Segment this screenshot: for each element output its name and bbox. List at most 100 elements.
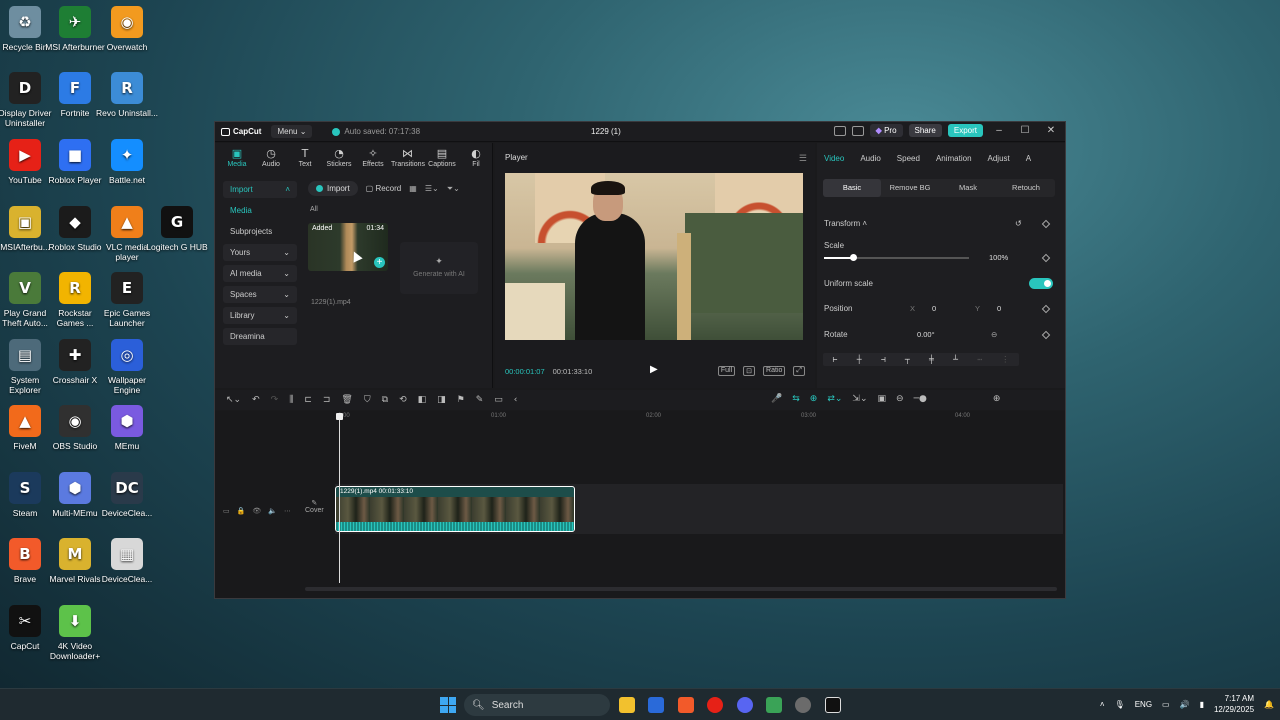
- desktop-icon[interactable]: ⬇ 4K Video Downloader+: [44, 605, 106, 661]
- marker-icon[interactable]: ⛉: [364, 395, 371, 405]
- distribute-h-icon[interactable]: ⋯: [977, 355, 982, 364]
- desktop-icon[interactable]: G Logitech G HUB: [146, 206, 208, 252]
- rotate-keyframe-icon[interactable]: [1041, 330, 1051, 340]
- sidebar-item-yours[interactable]: Yours ⌄: [223, 244, 297, 261]
- magnet-icon[interactable]: ⊕: [810, 394, 818, 404]
- video-preview[interactable]: [505, 173, 803, 340]
- maximize-icon[interactable]: ☐: [1015, 125, 1035, 136]
- sidebar-item-spaces[interactable]: Spaces ⌄: [223, 286, 297, 303]
- sort-icon[interactable]: ☰⌄: [425, 184, 439, 193]
- sidebar-item-ai-media[interactable]: AI media ⌄: [223, 265, 297, 282]
- start-icon[interactable]: [440, 697, 456, 713]
- tab-transitions[interactable]: ⋈ Transitions: [391, 148, 425, 169]
- scale-keyframe-icon[interactable]: [1041, 253, 1051, 263]
- tab-media[interactable]: ▣ Media: [221, 148, 253, 169]
- play-icon[interactable]: ▶: [650, 364, 658, 375]
- discord-icon[interactable]: [737, 697, 753, 713]
- sidebar-item-media[interactable]: Media: [223, 202, 297, 219]
- reset-icon[interactable]: ↺: [1015, 219, 1022, 228]
- speed-icon[interactable]: ⟲: [399, 395, 407, 405]
- generate-ai-card[interactable]: ✦ Generate with AI: [400, 242, 478, 294]
- zoom-in-icon[interactable]: ⊕: [993, 394, 1001, 404]
- y-value[interactable]: 0: [997, 304, 1001, 313]
- sidebar-item-dreamina[interactable]: Dreamina: [223, 328, 297, 345]
- nvidia-icon[interactable]: [766, 697, 782, 713]
- x-value[interactable]: 0: [932, 304, 936, 313]
- scale-slider-knob[interactable]: [850, 254, 857, 261]
- minimize-icon[interactable]: –: [989, 125, 1009, 136]
- file-explorer-icon[interactable]: [619, 697, 635, 713]
- scale-value[interactable]: 100%: [989, 253, 1008, 262]
- add-to-timeline-icon[interactable]: +: [374, 257, 385, 268]
- zoom-slider-icon[interactable]: ─●: [914, 394, 927, 404]
- lock-icon[interactable]: 🔒: [237, 507, 246, 515]
- battery-icon[interactable]: ▮: [1200, 700, 1204, 709]
- mirror-icon[interactable]: ◨: [437, 395, 446, 405]
- linkage-icon[interactable]: ⇄⌄: [827, 394, 842, 404]
- video-clip[interactable]: 1229(1).mp4 00:01:33:10: [335, 486, 575, 532]
- select-tool-icon[interactable]: ↖⌄: [226, 395, 241, 405]
- align-top-icon[interactable]: ┬: [905, 355, 910, 364]
- preview-axis-icon[interactable]: ⇲⌄: [852, 394, 867, 404]
- transform-heading[interactable]: Transform ˄: [824, 219, 867, 228]
- split-left-icon[interactable]: ⊏: [304, 395, 312, 405]
- time-ruler[interactable]: 0:00 01:00 02:00 03:00 04:00: [335, 413, 1065, 423]
- sidebar-item-library[interactable]: Library ⌄: [223, 307, 297, 324]
- prop-tab-adjust[interactable]: Adjust: [988, 154, 1010, 163]
- pro-button[interactable]: ◆ Pro: [869, 124, 903, 137]
- tab-fil[interactable]: ◐ Fil: [460, 148, 492, 169]
- align-right-icon[interactable]: ⊣: [881, 355, 886, 364]
- notification-icon[interactable]: 🔔: [1264, 700, 1274, 709]
- desktop-icon[interactable]: E Epic Games Launcher: [96, 272, 158, 328]
- shortcut-icon[interactable]: [851, 125, 864, 136]
- desktop-icon[interactable]: DC DeviceClea...: [96, 472, 158, 518]
- tab-effects[interactable]: ✧ Effects: [357, 148, 389, 169]
- crop-tool-icon[interactable]: ⧉: [382, 395, 388, 405]
- sidebar-item-subprojects[interactable]: Subprojects: [223, 223, 297, 240]
- clock[interactable]: 7:17 AM 12/29/2025: [1214, 693, 1254, 715]
- split-right-icon[interactable]: ⊐: [323, 395, 331, 405]
- full-button[interactable]: Full: [717, 366, 736, 376]
- zoom-fit-icon[interactable]: ▣: [878, 394, 887, 404]
- lang-indicator[interactable]: ENG: [1135, 700, 1152, 709]
- subtab-basic[interactable]: Basic: [823, 179, 881, 197]
- align-left-icon[interactable]: ⊢: [833, 355, 838, 364]
- tab-captions[interactable]: ▤ Captions: [426, 148, 458, 169]
- share-button[interactable]: Share: [908, 124, 942, 137]
- tab-text[interactable]: T Text: [289, 148, 321, 169]
- tab-audio[interactable]: ◷ Audio: [255, 148, 287, 169]
- prop-tab-audio[interactable]: Audio: [860, 154, 880, 163]
- position-keyframe-icon[interactable]: [1041, 304, 1051, 314]
- mask-icon[interactable]: ◧: [418, 395, 427, 405]
- prop-tab-speed[interactable]: Speed: [897, 154, 920, 163]
- playhead[interactable]: [336, 413, 343, 583]
- volume-icon[interactable]: 🔊: [1180, 700, 1190, 709]
- undo-icon[interactable]: ↶: [252, 395, 260, 405]
- magic-icon[interactable]: ✎: [476, 395, 484, 405]
- crop-icon[interactable]: ⊡: [743, 366, 756, 376]
- steam-taskbar-icon[interactable]: [795, 697, 811, 713]
- distribute-v-icon[interactable]: ⋮: [1001, 355, 1009, 364]
- filter-icon[interactable]: ⏷⌄: [447, 184, 460, 194]
- menu-button[interactable]: Menu ⌄: [271, 125, 313, 138]
- collapse-icon[interactable]: ‹: [514, 395, 518, 405]
- taskbar-search[interactable]: 🔍︎ Search: [464, 694, 610, 716]
- desktop-icon[interactable]: ⬢ MEmu: [96, 405, 158, 451]
- tray-overflow-icon[interactable]: ˄: [1100, 700, 1105, 709]
- desktop-icon[interactable]: R Revo Uninstall...: [96, 72, 158, 118]
- zoom-out-icon[interactable]: ⊖: [896, 394, 904, 404]
- split-icon[interactable]: ⫼: [289, 395, 293, 405]
- grid-view-icon[interactable]: ▦: [409, 184, 417, 193]
- audio-mute-icon[interactable]: 🔈: [268, 507, 277, 515]
- desktop-icon[interactable]: ◉ Overwatch: [96, 6, 158, 52]
- mic-tray-icon[interactable]: 🎙: [1115, 700, 1125, 709]
- close-icon[interactable]: ✕: [1041, 125, 1061, 136]
- ratio-button[interactable]: Ratio: [763, 366, 786, 376]
- subtab-retouch[interactable]: Retouch: [997, 179, 1055, 197]
- export-button[interactable]: Export: [947, 124, 983, 137]
- record-button[interactable]: ▢ Record: [366, 184, 402, 193]
- subtab-mask[interactable]: Mask: [939, 179, 997, 197]
- link-main-track-icon[interactable]: ⇆: [792, 394, 800, 404]
- align-center-icon[interactable]: ┼: [857, 355, 862, 364]
- media-thumbnail[interactable]: Added 01:34 +: [308, 223, 388, 271]
